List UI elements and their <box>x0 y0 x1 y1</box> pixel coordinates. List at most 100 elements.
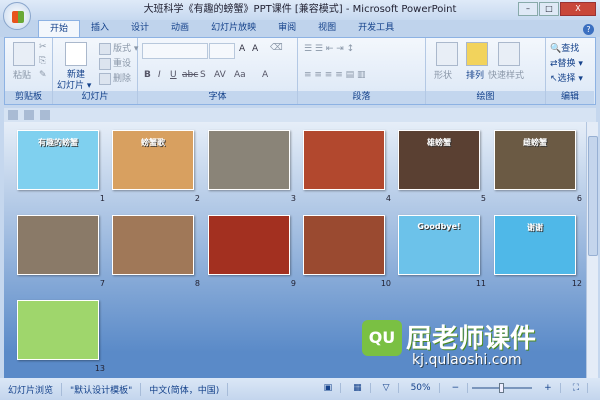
slide-number: 7 <box>99 279 105 288</box>
slide-number: 12 <box>571 279 582 288</box>
change-case-button[interactable]: Aa <box>234 70 246 80</box>
italic-button[interactable]: I <box>158 70 161 80</box>
ribbon: 粘贴 ✂ ⎘ ✎ 剪贴板 新建 幻灯片 ▾ 版式 ▾ 重设 删除 幻灯片 A A… <box>4 37 596 105</box>
slide-number: 10 <box>380 279 391 288</box>
cut-icon[interactable]: ✂ <box>39 42 47 52</box>
find-button[interactable]: 🔍查找 <box>550 41 579 54</box>
slide-thumbnail[interactable] <box>112 215 194 275</box>
quick-styles-button[interactable]: 快速样式 <box>488 68 524 81</box>
replace-button[interactable]: ⇄替换 ▾ <box>550 56 583 69</box>
close-button[interactable]: X <box>560 2 596 16</box>
tab-5[interactable]: 审阅 <box>267 20 307 37</box>
shadow-button[interactable]: S <box>200 70 206 80</box>
strikethrough-button[interactable]: abc <box>182 70 198 80</box>
tab-0[interactable]: 开始 <box>38 20 81 37</box>
slide-thumbnail[interactable]: Goodbye! <box>398 215 480 275</box>
font-color-button[interactable]: A <box>262 70 268 80</box>
group-label: 段落 <box>298 91 425 104</box>
title-bar: 大班科学《有趣的螃蟹》PPT课件 [兼容模式] - Microsoft Powe… <box>0 0 600 22</box>
zoom-slider-thumb[interactable] <box>499 383 505 393</box>
slide-thumbnail[interactable]: 雄螃蟹 <box>398 130 480 190</box>
slide-number: 13 <box>94 364 105 373</box>
tab-1[interactable]: 插入 <box>80 20 120 37</box>
normal-view-icon[interactable]: ▣ <box>316 383 342 393</box>
font-size-select[interactable] <box>209 43 235 59</box>
zoom-controls: ▣ ▦ ▽ 50% − + ⛶ <box>316 383 588 393</box>
quick-styles-icon <box>498 42 520 66</box>
slide-thumbnail[interactable] <box>17 215 99 275</box>
char-spacing-button[interactable]: AV <box>214 70 226 80</box>
slide-number: 2 <box>194 194 200 203</box>
minimize-button[interactable]: – <box>518 2 538 16</box>
tab-6[interactable]: 视图 <box>307 20 347 37</box>
slide-thumbnail[interactable] <box>303 215 385 275</box>
office-logo-icon <box>12 11 24 23</box>
zoom-in-button[interactable]: + <box>536 383 561 393</box>
select-button[interactable]: ↖选择 ▾ <box>550 71 583 84</box>
paste-button[interactable]: 粘贴 <box>13 68 31 81</box>
bold-button[interactable]: B <box>144 70 151 80</box>
shapes-button[interactable]: 形状 <box>434 68 452 81</box>
slide-thumbnail[interactable]: 雌螃蟹 <box>494 130 576 190</box>
align-icons[interactable]: ≡ ≡ ≡ ≡ ▤ ▥ <box>304 70 365 80</box>
tab-4[interactable]: 幻灯片放映 <box>200 20 267 37</box>
watermark-name: 屈老师课件 <box>406 324 537 354</box>
slide-number: 4 <box>385 194 391 203</box>
group-label: 编辑 <box>546 91 594 104</box>
tab-3[interactable]: 动画 <box>160 20 200 37</box>
slide-number: 11 <box>475 279 486 288</box>
undo-icon[interactable] <box>40 110 50 120</box>
quick-toolbar <box>4 108 596 122</box>
window-controls: – □ X <box>518 2 596 16</box>
clear-format-icon[interactable]: ⌫ <box>270 43 283 53</box>
delete-icon <box>99 72 111 85</box>
tab-7[interactable]: 开发工具 <box>347 20 405 37</box>
scroll-thumb[interactable] <box>588 136 598 256</box>
slide-thumbnail[interactable]: 谢谢 <box>494 215 576 275</box>
slide-number: 6 <box>576 194 582 203</box>
slide-title: 螃蟹歌 <box>141 138 165 147</box>
slide-thumbnail[interactable] <box>208 130 290 190</box>
delete-button[interactable]: 删除 <box>99 71 131 85</box>
shrink-font-button[interactable]: A <box>252 44 258 54</box>
office-button[interactable] <box>3 2 31 30</box>
group-label: 字体 <box>138 91 297 104</box>
format-painter-icon[interactable]: ✎ <box>39 70 47 80</box>
reset-button[interactable]: 重设 <box>99 56 131 70</box>
slides-view-icon[interactable] <box>24 110 34 120</box>
copy-icon[interactable]: ⎘ <box>39 56 46 66</box>
tab-2[interactable]: 设计 <box>120 20 160 37</box>
slide-thumbnail[interactable] <box>303 130 385 190</box>
language-status[interactable]: 中文(简体，中国) <box>141 382 229 396</box>
layout-button[interactable]: 版式 ▾ <box>99 41 138 55</box>
slide-title: 谢谢 <box>527 223 543 232</box>
group-drawing: 形状 排列 快速样式 绘图 <box>426 38 546 104</box>
slide-title: 有趣的螃蟹 <box>38 138 78 147</box>
underline-button[interactable]: U <box>170 70 177 80</box>
slide-thumbnail[interactable] <box>208 215 290 275</box>
slideshow-view-icon[interactable]: ▽ <box>375 383 399 393</box>
grow-font-button[interactable]: A <box>239 44 245 54</box>
replace-label: 替换 ▾ <box>557 59 583 69</box>
slide-title: Goodbye! <box>417 222 461 231</box>
sorter-view-icon[interactable]: ▦ <box>345 383 371 393</box>
zoom-out-button[interactable]: − <box>444 383 469 393</box>
maximize-button[interactable]: □ <box>539 2 559 16</box>
help-icon[interactable]: ? <box>583 24 594 35</box>
arrange-icon <box>466 42 488 66</box>
slide-thumbnail[interactable]: 螃蟹歌 <box>112 130 194 190</box>
bullets-icon[interactable]: ☰ ☰ ⇤ ⇥ ↕ <box>304 44 354 54</box>
watermark-badge: QU <box>362 320 402 356</box>
font-name-select[interactable] <box>142 43 208 59</box>
zoom-level[interactable]: 50% <box>403 383 440 393</box>
slide-thumbnail[interactable]: 有趣的螃蟹 <box>17 130 99 190</box>
new-slide-dropdown[interactable]: 幻灯片 ▾ <box>57 78 91 91</box>
outline-view-icon[interactable] <box>8 110 18 120</box>
shapes-icon <box>436 42 458 66</box>
zoom-slider[interactable] <box>472 383 533 393</box>
arrange-button[interactable]: 排列 <box>466 68 484 81</box>
fit-window-icon[interactable]: ⛶ <box>565 383 588 393</box>
slide-number: 5 <box>480 194 486 203</box>
slide-thumbnail[interactable] <box>17 300 99 360</box>
slide-number: 1 <box>99 194 105 203</box>
